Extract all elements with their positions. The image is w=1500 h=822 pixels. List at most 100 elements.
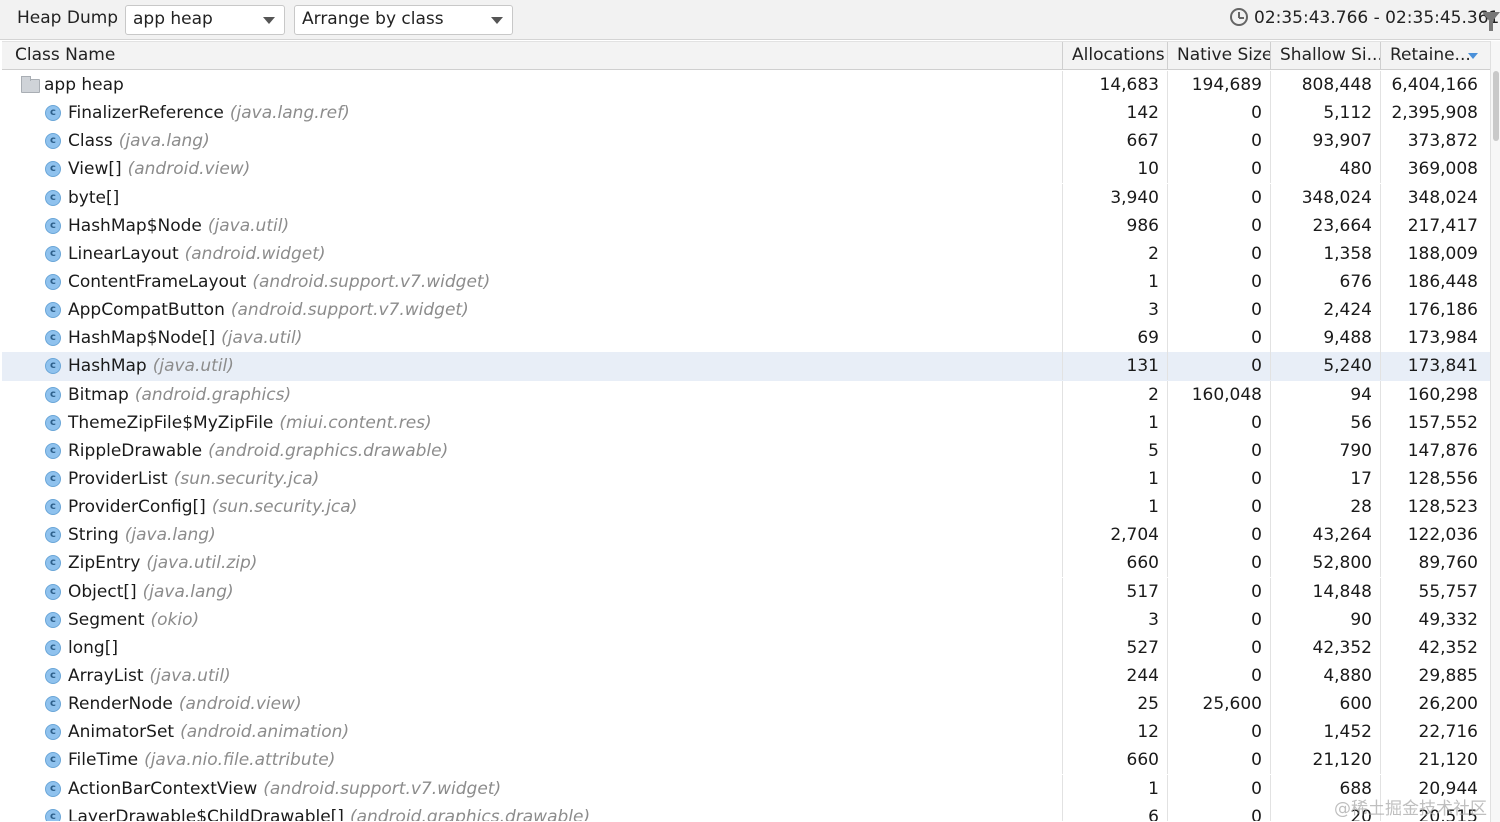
shallow-size-cell: 1,358 [1271, 239, 1381, 268]
table-header: Class Name Allocations Native Size Shall… [2, 41, 1490, 70]
table-row[interactable]: c Class (java.lang) 667 0 93,907 373,872 [2, 127, 1490, 156]
native-size-cell: 0 [1168, 521, 1271, 550]
native-size-cell: 0 [1168, 267, 1271, 296]
table-row[interactable]: c FileTime (java.nio.file.attribute) 660 0 21… [2, 746, 1490, 775]
table-row[interactable]: c ContentFrameLayout (android.support.v7.w… [2, 267, 1490, 296]
table-row[interactable]: c String (java.lang) 2,704 0 43,264 122,036 [2, 521, 1490, 550]
class-icon: c [45, 780, 61, 797]
table-row[interactable]: c LinearLayout (android.widget) 2 0 1,358 188,… [2, 239, 1490, 268]
class-name-cell: c RippleDrawable (android.graphics.drawabl… [2, 436, 1063, 465]
column-header-allocations[interactable]: Allocations [1063, 42, 1168, 70]
arrange-select[interactable]: Arrange by class [294, 5, 513, 35]
time-range-text: 02:35:43.766 - 02:35:45.361 [1254, 8, 1500, 28]
vertical-scrollbar[interactable] [1490, 41, 1500, 822]
native-size-cell: 0 [1168, 296, 1271, 325]
table-row[interactable]: c Segment (okio) 3 0 90 49,332 [2, 605, 1490, 634]
native-size-cell: 0 [1168, 746, 1271, 775]
class-icon: c [45, 470, 61, 487]
shallow-size-cell: 93,907 [1271, 127, 1381, 156]
table-row[interactable]: c byte[] 3,940 0 348,024 348,024 [2, 183, 1490, 212]
shallow-size-cell: 14,848 [1271, 577, 1381, 606]
retained-size-cell: 26,200 [1418, 694, 1478, 715]
shallow-size-cell: 1,452 [1271, 718, 1381, 747]
table-row[interactable]: c View[] (android.view) 10 0 480 369,008 [2, 155, 1490, 184]
table-row[interactable]: c ZipEntry (java.util.zip) 660 0 52,800 89,760 [2, 549, 1490, 578]
table-row[interactable]: c ProviderConfig[] (sun.security.jca) 1 0 28 1… [2, 493, 1490, 522]
class-name-cell: c ProviderConfig[] (sun.security.jca) [2, 493, 1063, 522]
package-name: (java.lang) [124, 525, 216, 546]
class-name-cell: c Class (java.lang) [2, 127, 1063, 156]
shallow-size-cell: 42,352 [1271, 633, 1381, 662]
package-name: (android.graphics) [134, 384, 292, 405]
package-name: (android.graphics.drawable) [349, 806, 591, 821]
class-name-cell: c String (java.lang) [2, 521, 1063, 550]
table-row[interactable]: c HashMap$Node[] (java.util) 69 0 9,488 173,98… [2, 324, 1490, 353]
table-row[interactable]: c RenderNode (android.view) 25 25,600 600 26,2… [2, 690, 1490, 719]
column-header-shallow-size[interactable]: Shallow Si... [1271, 42, 1381, 70]
table-row[interactable]: c LayerDrawable$ChildDrawable[] (android.g… [2, 802, 1490, 821]
class-icon: c [45, 752, 61, 769]
shallow-size-cell: 23,664 [1271, 211, 1381, 240]
column-header-native-size[interactable]: Native Size [1168, 42, 1271, 70]
shallow-size-cell: 5,112 [1271, 99, 1381, 128]
native-size-cell: 0 [1168, 183, 1271, 212]
class-name-text: ProviderConfig[] (sun.security.jca) [68, 493, 357, 521]
native-size-cell: 0 [1168, 155, 1271, 184]
allocations-cell: 6 [1063, 802, 1168, 821]
native-size-cell: 0 [1168, 493, 1271, 522]
class-name-cell: c long[] [2, 633, 1063, 662]
package-name: (java.lang.ref) [229, 103, 350, 124]
shallow-size-cell: 52,800 [1271, 549, 1381, 578]
package-name: (android.graphics.drawable) [208, 440, 449, 461]
package-name: (java.nio.file.attribute) [144, 750, 336, 771]
filter-icon[interactable] [1482, 12, 1500, 31]
class-name: ActionBarContextView [68, 778, 258, 799]
class-name-cell: c ZipEntry (java.util.zip) [2, 549, 1063, 578]
class-name: Class [68, 131, 113, 152]
class-name-text: byte[] [68, 184, 125, 212]
heap-select[interactable]: app heap [125, 5, 285, 35]
table-row[interactable]: c Bitmap (android.graphics) 2 160,048 94 160,2… [2, 380, 1490, 409]
table-row[interactable]: c AppCompatButton (android.support.v7.widg… [2, 296, 1490, 325]
class-name-text: FileTime (java.nio.file.attribute) [68, 746, 335, 774]
retained-size-cell: 147,876 [1407, 440, 1478, 461]
retained-size-cell: 160,298 [1407, 384, 1478, 405]
class-name-text: RippleDrawable (android.graphics.drawable… [68, 437, 448, 465]
package-name: (java.util) [207, 215, 290, 236]
time-range: 02:35:43.766 - 02:35:45.361 [1230, 8, 1499, 28]
class-name-text: ThemeZipFile$MyZipFile (miui.content.res) [68, 409, 432, 437]
table-row[interactable]: c RippleDrawable (android.graphics.drawabl… [2, 436, 1490, 465]
table-row[interactable]: c HashMap (java.util) 131 0 5,240 173,841 [2, 352, 1490, 381]
class-icon: c [45, 273, 61, 290]
allocations-cell: 131 [1063, 352, 1168, 381]
column-header-retained-size[interactable]: Retaine... [1381, 42, 1490, 70]
root-heap-name: app heap [44, 75, 124, 95]
package-name: (java.lang) [142, 581, 234, 602]
shallow-size-cell: 808,448 [1271, 71, 1381, 99]
allocations-cell: 12 [1063, 718, 1168, 747]
table-row[interactable]: c ProviderList (sun.security.jca) 1 0 17 128,5… [2, 464, 1490, 493]
folder-icon [21, 76, 40, 93]
table-row[interactable]: c AnimatorSet (android.animation) 12 0 1,452 2… [2, 718, 1490, 747]
class-name-cell: c RenderNode (android.view) [2, 690, 1063, 719]
allocations-cell: 660 [1063, 746, 1168, 775]
chevron-down-icon [263, 17, 275, 24]
table-row-root[interactable]: app heap 14,683 194,689 808,448 6,404,16… [2, 71, 1490, 99]
table-row[interactable]: c long[] 527 0 42,352 42,352 [2, 633, 1490, 662]
table-row[interactable]: c ThemeZipFile$MyZipFile (miui.content.res… [2, 408, 1490, 437]
class-name-cell: c LayerDrawable$ChildDrawable[] (android.g… [2, 802, 1063, 821]
allocations-cell: 244 [1063, 661, 1168, 690]
table-row[interactable]: c Object[] (java.lang) 517 0 14,848 55,757 [2, 577, 1490, 606]
package-name: (android.support.v7.widget) [230, 300, 469, 321]
native-size-cell: 0 [1168, 549, 1271, 578]
heap-dump-label: Heap Dump [17, 8, 119, 28]
allocations-cell: 2 [1063, 239, 1168, 268]
table-row[interactable]: c ActionBarContextView (android.support.v7… [2, 774, 1490, 803]
column-header-class-name[interactable]: Class Name [2, 42, 1063, 70]
table-row[interactable]: c FinalizerReference (java.lang.ref) 142 0 5,… [2, 99, 1490, 128]
table-row[interactable]: c HashMap$Node (java.util) 986 0 23,664 217,41… [2, 211, 1490, 240]
scrollbar-thumb[interactable] [1493, 71, 1499, 141]
table-row[interactable]: c ArrayList (java.util) 244 0 4,880 29,885 [2, 661, 1490, 690]
class-name-cell: c Segment (okio) [2, 605, 1063, 634]
shallow-size-cell: 348,024 [1271, 183, 1381, 212]
